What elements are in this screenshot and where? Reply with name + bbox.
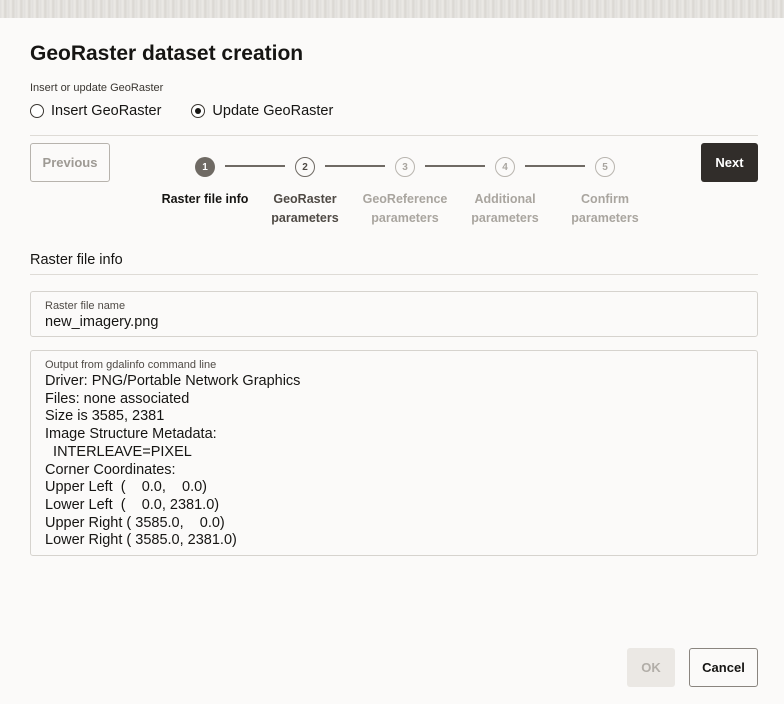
step-2-indicator[interactable]: 2 xyxy=(295,157,315,177)
gdalinfo-output-label: Output from gdalinfo command line xyxy=(45,359,217,371)
section-title: Raster file info xyxy=(30,252,123,268)
mode-radio-group: Insert GeoRaster Update GeoRaster xyxy=(30,103,333,119)
cancel-button[interactable]: Cancel xyxy=(689,648,758,687)
step-4-label-line1: Additional xyxy=(474,192,536,206)
step-2-label[interactable]: GeoRaster parameters xyxy=(255,190,355,228)
train-connector xyxy=(425,165,485,167)
dialog-title: GeoRaster dataset creation xyxy=(30,42,304,65)
step-5-label-line2: parameters xyxy=(571,211,639,225)
step-3-label-line1: GeoReference xyxy=(362,192,448,206)
step-5-indicator[interactable]: 5 xyxy=(595,157,615,177)
raster-file-name-label: Raster file name xyxy=(45,300,126,312)
section-divider xyxy=(30,274,758,275)
ok-button[interactable]: OK xyxy=(627,648,675,687)
radio-update-georaster[interactable]: Update GeoRaster xyxy=(191,103,333,119)
step-1-label-line1: Raster file info xyxy=(161,192,249,206)
train-connector xyxy=(325,165,385,167)
step-3-label-line2: parameters xyxy=(371,211,439,225)
step-3-indicator[interactable]: 3 xyxy=(395,157,415,177)
step-5-label-line1: Confirm xyxy=(581,192,629,206)
train-connector xyxy=(225,165,285,167)
background-strip xyxy=(0,0,784,18)
raster-file-name-field[interactable]: Raster file name new_imagery.png xyxy=(30,291,758,337)
radio-checked-icon[interactable] xyxy=(191,104,206,118)
raster-file-name-value[interactable]: new_imagery.png xyxy=(45,314,158,330)
step-2-label-line1: GeoRaster xyxy=(273,192,337,206)
gdalinfo-output-text[interactable]: Driver: PNG/Portable Network Graphics Fi… xyxy=(45,373,300,550)
mode-label: Insert or update GeoRaster xyxy=(30,82,164,94)
divider xyxy=(30,135,758,136)
step-4-label-line2: parameters xyxy=(471,211,539,225)
step-5-label[interactable]: Confirm parameters xyxy=(555,190,655,228)
previous-button[interactable]: Previous xyxy=(30,143,110,182)
train-connector xyxy=(525,165,585,167)
radio-unchecked-icon[interactable] xyxy=(30,104,44,118)
radio-insert-label: Insert GeoRaster xyxy=(51,103,162,119)
step-1-indicator[interactable]: 1 xyxy=(195,157,215,177)
step-4-label[interactable]: Additional parameters xyxy=(455,190,555,228)
step-4-indicator[interactable]: 4 xyxy=(495,157,515,177)
step-1-label[interactable]: Raster file info xyxy=(155,190,255,209)
radio-insert-georaster[interactable]: Insert GeoRaster xyxy=(30,103,161,119)
step-2-label-line2: parameters xyxy=(271,211,339,225)
georaster-dialog: GeoRaster dataset creation Insert or upd… xyxy=(0,18,784,704)
step-3-label[interactable]: GeoReference parameters xyxy=(355,190,455,228)
gdalinfo-output-field[interactable]: Output from gdalinfo command line Driver… xyxy=(30,350,758,556)
next-button[interactable]: Next xyxy=(701,143,758,182)
radio-update-label: Update GeoRaster xyxy=(212,103,334,119)
